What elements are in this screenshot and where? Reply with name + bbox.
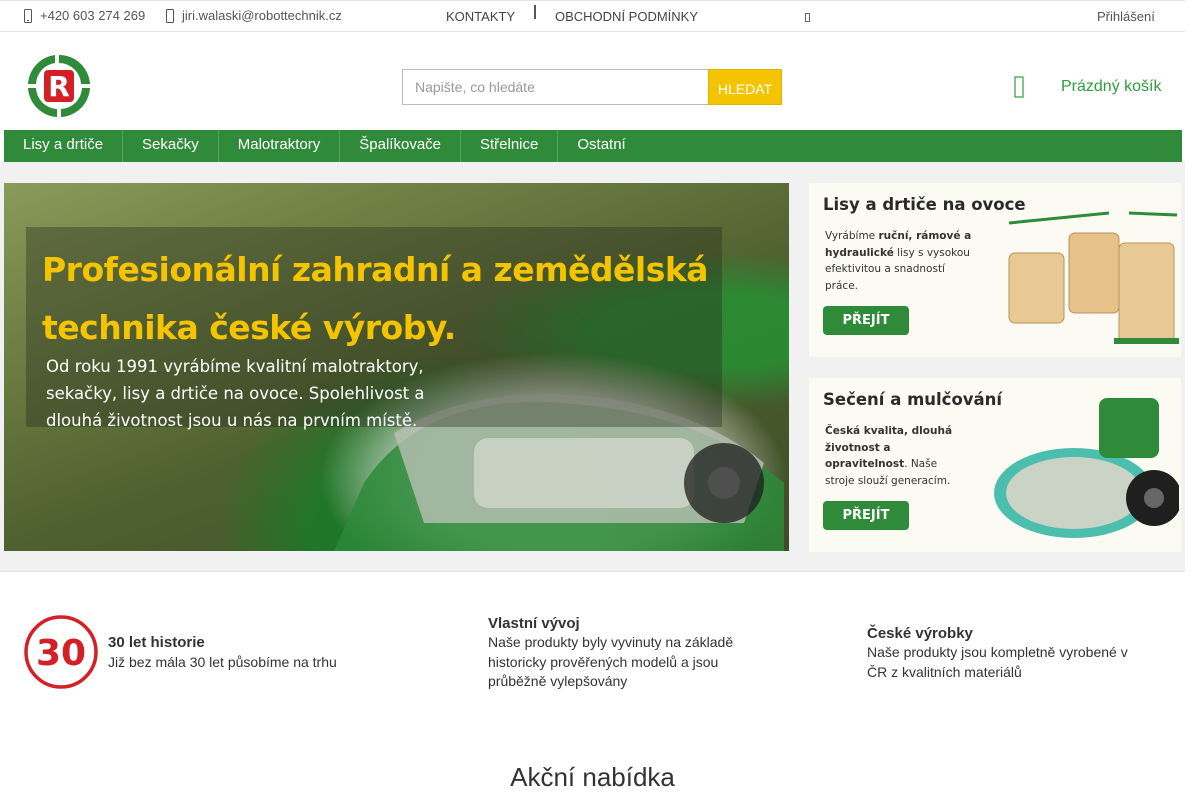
cart-label[interactable]: Prázdný košík <box>1061 78 1161 96</box>
promo-title: Sečení a mulčování <box>823 390 1003 409</box>
nav-item-sekacky[interactable]: Sekačky <box>123 130 219 162</box>
promo-go-button[interactable]: PŘEJÍT <box>823 501 909 530</box>
promo-text: Vyrábíme ruční, rámové a hydraulické lis… <box>825 228 975 294</box>
mower-blade-illustration <box>994 398 1179 538</box>
promo-title: Lisy a drtiče na ovoce <box>823 195 1026 214</box>
promo-text-part: Vyrábíme <box>825 230 879 242</box>
link-obchodni-podminky[interactable]: Obchodní podmínky <box>555 9 698 24</box>
hero-title-line-2: technika české výroby. <box>42 308 456 347</box>
nav-item-lisy-a-drtice[interactable]: Lisy a drtiče <box>4 130 124 162</box>
feature-title-vyvoj: Vlastní vývoj <box>488 615 580 632</box>
search-input[interactable] <box>402 69 708 105</box>
small-icon <box>805 13 810 22</box>
hero-title: Profesionální zahradní a zemědělská tech… <box>42 241 762 357</box>
main-nav: Lisy a drtiče Sekačky Malotraktory Špalí… <box>4 130 1182 162</box>
promo-banner-lisy[interactable]: Lisy a drtiče na ovoce Vyrábíme ruční, r… <box>809 183 1181 357</box>
login-link[interactable]: Přihlášení <box>1097 9 1155 24</box>
promo-banner-seceni[interactable]: Sečení a mulčování Česká kvalita, dlouhá… <box>809 378 1181 552</box>
phone-number: +420 603 274 269 <box>40 8 146 23</box>
divider <box>534 5 536 19</box>
phone-icon <box>24 8 32 23</box>
cart-icon[interactable] <box>1014 76 1028 100</box>
nav-item-malotraktory[interactable]: Malotraktory <box>219 130 341 162</box>
hero-banner[interactable]: Profesionální zahradní a zemědělská tech… <box>4 183 789 551</box>
search-form: Hledat <box>402 69 782 105</box>
mail-icon <box>166 8 174 23</box>
phone-contact[interactable]: +420 603 274 269 <box>24 8 145 23</box>
email-contact[interactable]: jiri.walaski@robottechnik.cz <box>166 8 342 23</box>
nav-item-ostatni[interactable]: Ostatní <box>558 130 644 162</box>
feature-text-historie: Již bez mála 30 let působíme na trhu <box>108 654 337 670</box>
promo-go-button[interactable]: PŘEJÍT <box>823 306 909 335</box>
section-title-akcni-nabidka: Akční nabídka <box>510 762 675 792</box>
hero-description: Od roku 1991 vyrábíme kvalitní malotrakt… <box>46 357 425 430</box>
feature-text-vyvoj: Naše produkty byly vyvinuty na základě h… <box>488 634 734 689</box>
search-button[interactable]: Hledat <box>708 69 782 105</box>
hero-title-line-1: Profesionální zahradní a zemědělská <box>42 250 709 289</box>
promo-text: Česká kvalita, dlouhá životnost a opravi… <box>825 423 965 489</box>
nav-item-spalikovace[interactable]: Špalíkovače <box>340 130 461 162</box>
feature-text-ceske-vyrobky: Naše produkty jsou kompletně vyrobené v … <box>867 644 1128 680</box>
top-bar: +420 603 274 269 jiri.walaski@robottechn… <box>0 0 1185 32</box>
fruit-press-illustration <box>1008 211 1179 344</box>
nav-item-strelnice[interactable]: Střelnice <box>461 130 559 162</box>
badge-number: 30 <box>36 633 86 674</box>
badge-30-years-icon: 30 <box>24 615 98 689</box>
site-logo[interactable]: R <box>24 52 94 120</box>
link-kontakty[interactable]: Kontakty <box>446 9 515 24</box>
email-address: jiri.walaski@robottechnik.cz <box>182 8 342 23</box>
feature-title-historie: 30 let historie <box>108 634 205 651</box>
feature-title-ceske-vyrobky: České výrobky <box>867 625 973 642</box>
logo-letter: R <box>48 70 70 103</box>
